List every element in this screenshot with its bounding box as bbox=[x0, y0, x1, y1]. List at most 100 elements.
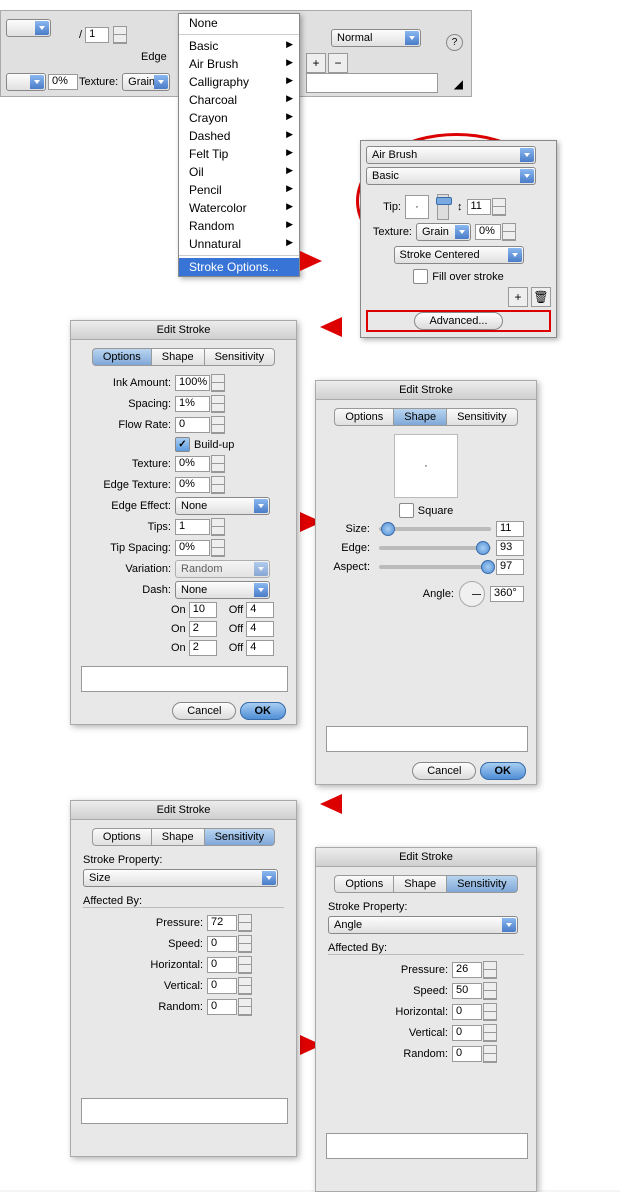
horizontal-field-2[interactable]: 0 bbox=[452, 1004, 482, 1020]
strokewidth-stepper[interactable] bbox=[113, 26, 127, 44]
tipspacing-field[interactable]: 0% bbox=[175, 540, 210, 556]
horizontal-stepper-1[interactable] bbox=[238, 956, 252, 974]
optexture-stepper[interactable] bbox=[211, 455, 225, 473]
menu-calligraphy[interactable]: Calligraphy bbox=[179, 73, 299, 91]
minus-button[interactable]: − bbox=[328, 53, 348, 73]
menu-none[interactable]: None bbox=[179, 14, 299, 32]
tips-field[interactable]: 1 bbox=[175, 519, 210, 535]
off2-field[interactable]: 4 bbox=[246, 621, 274, 637]
off3-field[interactable]: 4 bbox=[246, 640, 274, 656]
advanced-button[interactable]: Advanced... bbox=[414, 312, 502, 330]
aspect-field[interactable]: 97 bbox=[496, 559, 524, 575]
toolbar-select-2[interactable] bbox=[6, 73, 46, 91]
vertical-field-1[interactable]: 0 bbox=[207, 978, 237, 994]
tab-sensitivity-4[interactable]: Sensitivity bbox=[446, 875, 518, 893]
ok-btn-2[interactable]: OK bbox=[480, 762, 527, 780]
variation-select[interactable]: Random bbox=[175, 560, 270, 578]
strokewidth-field[interactable]: 1 bbox=[85, 27, 109, 43]
tip-stepper[interactable] bbox=[492, 198, 506, 216]
speed-stepper-2[interactable] bbox=[483, 982, 497, 1000]
tab-options-2[interactable]: Options bbox=[334, 408, 393, 426]
vertical-field-2[interactable]: 0 bbox=[452, 1025, 482, 1041]
horizontal-field-1[interactable]: 0 bbox=[207, 957, 237, 973]
menu-pencil[interactable]: Pencil bbox=[179, 181, 299, 199]
toolbar-select-1[interactable] bbox=[6, 19, 51, 37]
pressure-stepper-2[interactable] bbox=[483, 961, 497, 979]
add-preset-button[interactable]: + bbox=[508, 287, 528, 307]
ink-stepper[interactable] bbox=[211, 374, 225, 392]
tab-shape-2[interactable]: Shape bbox=[393, 408, 446, 426]
resize-handle[interactable]: ◢ bbox=[454, 77, 463, 91]
palette-texture-select[interactable]: Grain bbox=[416, 223, 471, 241]
tab-options-4[interactable]: Options bbox=[334, 875, 393, 893]
menu-airbrush[interactable]: Air Brush bbox=[179, 55, 299, 73]
menu-dashed[interactable]: Dashed bbox=[179, 127, 299, 145]
on2-field[interactable]: 2 bbox=[189, 621, 217, 637]
menu-crayon[interactable]: Crayon bbox=[179, 109, 299, 127]
speed-stepper-1[interactable] bbox=[238, 935, 252, 953]
blend-select[interactable]: Normal bbox=[331, 29, 421, 47]
menu-strokeoptions[interactable]: Stroke Options... bbox=[179, 258, 299, 276]
vertical-stepper-2[interactable] bbox=[483, 1024, 497, 1042]
cancel-btn-2[interactable]: Cancel bbox=[412, 762, 476, 780]
cancel-btn-1[interactable]: Cancel bbox=[172, 702, 236, 720]
menu-basic[interactable]: Basic bbox=[179, 37, 299, 55]
strokeprop-select-2[interactable]: Angle bbox=[328, 916, 518, 934]
speed-field-1[interactable]: 0 bbox=[207, 936, 237, 952]
help-icon[interactable]: ? bbox=[446, 34, 463, 51]
flow-field[interactable]: 0 bbox=[175, 417, 210, 433]
category-select[interactable]: Air Brush bbox=[366, 146, 536, 164]
square-checkbox[interactable] bbox=[399, 503, 414, 518]
centered-select[interactable]: Stroke Centered bbox=[394, 246, 524, 264]
tip-value[interactable]: 11 bbox=[467, 199, 491, 215]
horizontal-stepper-2[interactable] bbox=[483, 1003, 497, 1021]
on3-field[interactable]: 2 bbox=[189, 640, 217, 656]
random-field-1[interactable]: 0 bbox=[207, 999, 237, 1015]
random-field-2[interactable]: 0 bbox=[452, 1046, 482, 1062]
ok-btn-1[interactable]: OK bbox=[240, 702, 287, 720]
palette-texture-stepper[interactable] bbox=[502, 223, 516, 241]
edge-field[interactable]: 93 bbox=[496, 540, 524, 556]
flow-stepper[interactable] bbox=[211, 416, 225, 434]
menu-watercolor[interactable]: Watercolor bbox=[179, 199, 299, 217]
on1-field[interactable]: 10 bbox=[189, 602, 217, 618]
edgeeff-select[interactable]: None bbox=[175, 497, 270, 515]
menu-random[interactable]: Random bbox=[179, 217, 299, 235]
size-slider[interactable] bbox=[379, 527, 491, 531]
fillover-checkbox[interactable] bbox=[413, 269, 428, 284]
tipspacing-stepper[interactable] bbox=[211, 539, 225, 557]
tab-sensitivity-1[interactable]: Sensitivity bbox=[204, 348, 276, 366]
pressure-stepper-1[interactable] bbox=[238, 914, 252, 932]
buildup-checkbox[interactable] bbox=[175, 437, 190, 452]
tab-shape-1[interactable]: Shape bbox=[151, 348, 204, 366]
edge-slider[interactable] bbox=[379, 546, 491, 550]
angle-field[interactable]: 360° bbox=[490, 586, 524, 602]
off1-field[interactable]: 4 bbox=[246, 602, 274, 618]
spacing-stepper[interactable] bbox=[211, 395, 225, 413]
tab-options-1[interactable]: Options bbox=[92, 348, 151, 366]
dash-select[interactable]: None bbox=[175, 581, 270, 599]
random-stepper-1[interactable] bbox=[238, 998, 252, 1016]
vertical-stepper-1[interactable] bbox=[238, 977, 252, 995]
plus-button[interactable]: + bbox=[306, 53, 326, 73]
tip-slider[interactable] bbox=[437, 194, 449, 220]
menu-charcoal[interactable]: Charcoal bbox=[179, 91, 299, 109]
size-field[interactable]: 11 bbox=[496, 521, 524, 537]
optexture-field[interactable]: 0% bbox=[175, 456, 210, 472]
spacing-field[interactable]: 1% bbox=[175, 396, 210, 412]
delete-preset-button[interactable]: 🗑 bbox=[531, 287, 551, 307]
pct0-field[interactable]: 0% bbox=[48, 74, 78, 90]
tips-stepper[interactable] bbox=[211, 518, 225, 536]
tab-options-3[interactable]: Options bbox=[92, 828, 151, 846]
palette-texture-pct[interactable]: 0% bbox=[475, 224, 501, 240]
random-stepper-2[interactable] bbox=[483, 1045, 497, 1063]
aspect-slider[interactable] bbox=[379, 565, 491, 569]
speed-field-2[interactable]: 50 bbox=[452, 983, 482, 999]
menu-oil[interactable]: Oil bbox=[179, 163, 299, 181]
tab-shape-4[interactable]: Shape bbox=[393, 875, 446, 893]
pressure-field-2[interactable]: 26 bbox=[452, 962, 482, 978]
tab-shape-3[interactable]: Shape bbox=[151, 828, 204, 846]
menu-felttip[interactable]: Felt Tip bbox=[179, 145, 299, 163]
pressure-field-1[interactable]: 72 bbox=[207, 915, 237, 931]
edgetex-field[interactable]: 0% bbox=[175, 477, 210, 493]
